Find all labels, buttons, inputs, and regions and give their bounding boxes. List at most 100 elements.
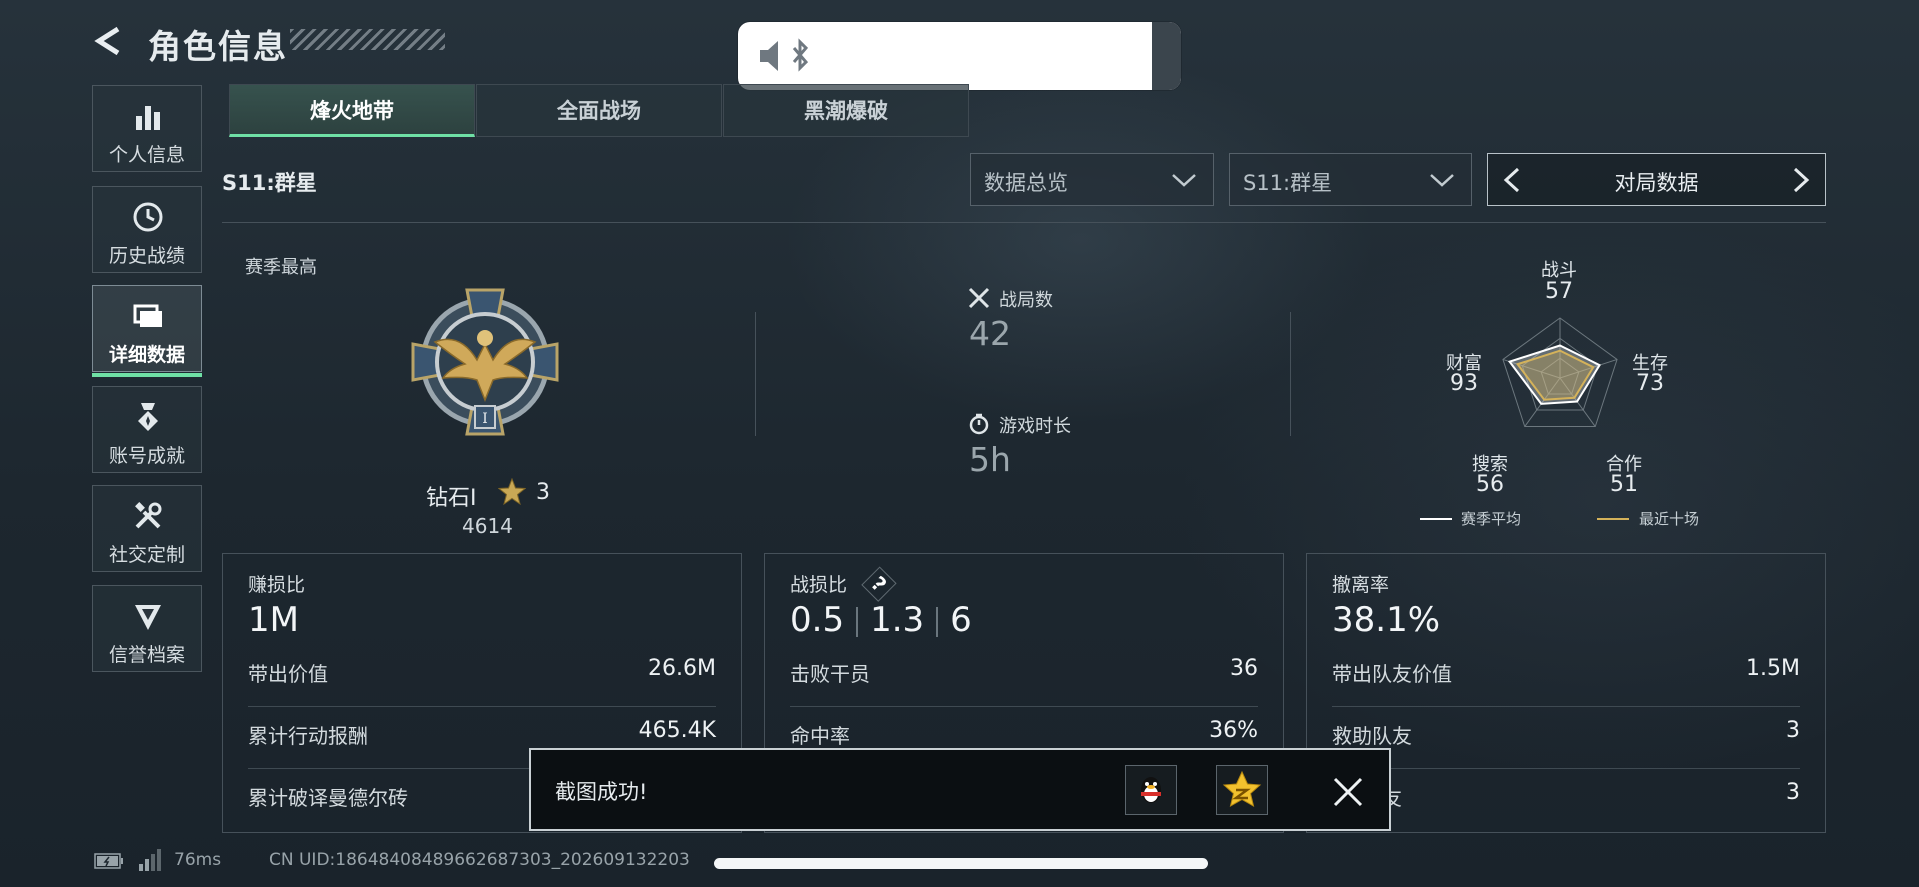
home-indicator[interactable] (714, 858, 1208, 869)
share-qq-button[interactable] (1125, 765, 1177, 815)
radar-value-survival: 73 (1636, 371, 1664, 396)
stat-value: 26.6M (648, 656, 716, 681)
back-arrow-icon[interactable] (94, 26, 124, 56)
radar-value-combat: 57 (1545, 279, 1573, 304)
folder-icon (133, 304, 162, 327)
chevron-right-icon[interactable] (1791, 167, 1811, 193)
sidebar-item-profile[interactable]: 个人信息 (92, 85, 202, 172)
chevron-down-icon (1172, 174, 1196, 187)
status-overlay-tail (1152, 22, 1181, 90)
sidebar-item-label: 社交定制 (108, 544, 185, 566)
matches-label: 战局数 (999, 290, 1053, 311)
sidebar-item-history[interactable]: 历史战绩 (92, 186, 202, 273)
stat-row: 救助队友 3 (1332, 706, 1800, 769)
stat-value: 36 (1230, 656, 1258, 681)
kd-value-1: 0.5 (790, 600, 845, 640)
sidebar-item-achievements[interactable]: 账号成就 (92, 386, 202, 473)
matches-value: 42 (969, 314, 1011, 353)
page-title: 角色信息 (148, 27, 288, 66)
sidebar-item-label: 详细数据 (108, 344, 185, 366)
star-icon (498, 478, 526, 506)
stat-key: 救助队友 (1332, 724, 1412, 748)
season-dropdown[interactable]: S11:群星 (1229, 153, 1472, 206)
sidebar-item-social[interactable]: 社交定制 (92, 485, 202, 572)
rank-score: 4614 (462, 514, 513, 538)
rank-name: 钻石Ⅰ (426, 486, 477, 511)
battery-icon (94, 853, 123, 869)
crossed-swords-icon (968, 287, 990, 309)
qq-icon (1141, 777, 1161, 803)
playtime-label: 游戏时长 (999, 416, 1071, 437)
stat-value: 1.5M (1746, 656, 1800, 681)
title-decoration (290, 29, 445, 50)
signal-icon (139, 849, 161, 871)
tab-all-out-war[interactable]: 全面战场 (476, 84, 722, 137)
radar-value-wealth: 93 (1450, 371, 1478, 396)
stat-row: 带出队友价值 1.5M (1332, 644, 1800, 707)
stat-key: 累计破译曼德尔砖 (248, 786, 408, 810)
tab-black-tide[interactable]: 黑潮爆破 (723, 84, 969, 137)
panel-title: 战损比 ? (790, 566, 897, 602)
panel-big-value: 1M (248, 600, 299, 640)
value-separator (936, 606, 939, 637)
data-type-label: 对局数据 (1614, 171, 1699, 195)
season-label: S11:群星 (222, 171, 317, 195)
shield-icon (135, 605, 161, 630)
stat-value: 3 (1786, 780, 1800, 805)
stopwatch-icon (969, 413, 989, 435)
sidebar-item-reputation[interactable]: 信誉档案 (92, 585, 202, 672)
legend-line-average (1420, 518, 1452, 520)
data-type-switcher: 对局数据 (1487, 153, 1826, 206)
divider (755, 312, 756, 436)
stat-value: 36% (1209, 718, 1258, 743)
divider (1290, 312, 1291, 436)
radar-value-cooperation: 51 (1610, 472, 1638, 497)
tools-icon (135, 502, 162, 529)
radar-value-search: 56 (1476, 472, 1504, 497)
dropdown-value: S11:群星 (1243, 171, 1333, 195)
stat-value: 465.4K (638, 718, 716, 743)
rank-emblem-icon: I (411, 288, 559, 436)
kd-value-3: 6 (950, 600, 972, 640)
mode-tabs: 烽火地带 全面战场 黑潮爆破 (229, 84, 969, 137)
panel-title-text: 战损比 (790, 574, 848, 596)
panel-title: 撤离率 (1332, 574, 1390, 596)
legend-average: 赛季平均 (1461, 510, 1522, 528)
overview-dropdown[interactable]: 数据总览 (970, 153, 1214, 206)
mute-bluetooth-icon (760, 38, 809, 72)
stat-key: 击败干员 (790, 662, 870, 686)
rank-star-count: 3 (536, 480, 550, 505)
tab-warzone[interactable]: 烽火地带 (229, 84, 475, 137)
chevron-down-icon (1430, 174, 1454, 187)
ping-value: 76ms (174, 850, 222, 870)
divider (222, 222, 1826, 223)
panel-title: 赚损比 (248, 574, 306, 596)
clock-icon (133, 202, 163, 232)
share-qzone-button[interactable] (1216, 765, 1268, 815)
playtime-value: 5h (969, 440, 1011, 479)
help-icon[interactable]: ? (861, 566, 897, 602)
bar-chart-icon (136, 106, 160, 130)
stat-key: 命中率 (790, 724, 850, 748)
stat-key: 带出队友价值 (1332, 662, 1452, 686)
close-icon[interactable] (1332, 776, 1364, 808)
sidebar-item-label: 历史战绩 (108, 245, 185, 267)
stat-value: 3 (1786, 718, 1800, 743)
panel-big-value: 38.1% (1332, 600, 1441, 640)
season-best-label: 赛季最高 (245, 257, 317, 278)
screenshot-toast: 截图成功! (529, 748, 1391, 831)
user-uid: CN UID:18648408489662687303_202609132203 (269, 850, 690, 870)
stat-key: 带出价值 (248, 662, 328, 686)
panel-big-value: 0.5 1.3 6 (790, 600, 972, 640)
stat-row: 带出价值 26.6M (248, 644, 716, 707)
stat-key: 累计行动报酬 (248, 724, 368, 748)
kd-value-2: 1.3 (870, 600, 925, 640)
legend-line-recent (1597, 518, 1629, 520)
stat-row: 击败干员 36 (790, 644, 1258, 707)
sidebar-item-label: 账号成就 (108, 445, 185, 467)
sidebar-item-details[interactable]: 详细数据 (92, 285, 202, 377)
toast-message: 截图成功! (555, 780, 648, 804)
qzone-icon (1222, 770, 1262, 808)
dropdown-value: 数据总览 (984, 171, 1068, 195)
legend-recent: 最近十场 (1639, 510, 1700, 528)
